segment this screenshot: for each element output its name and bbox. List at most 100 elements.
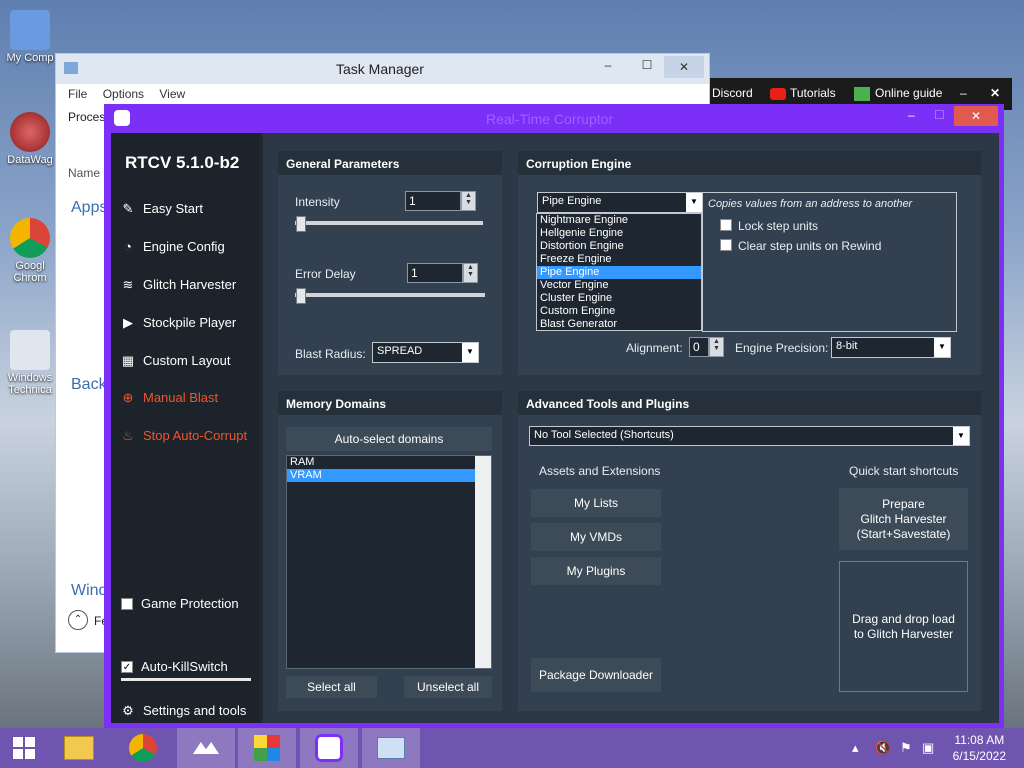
quick-start-header: Quick start shortcuts: [849, 464, 959, 478]
tab-processes[interactable]: Proces: [68, 110, 105, 124]
flame-icon: ♨: [122, 427, 134, 443]
close-icon[interactable]: ✕: [664, 56, 704, 78]
sidebar-item-stockpile-player[interactable]: ▶ Stockpile Player: [121, 315, 236, 330]
menu-options[interactable]: Options: [103, 87, 144, 101]
online-guide-link[interactable]: Online guide: [875, 86, 942, 100]
minimize-icon[interactable]: –: [594, 58, 622, 76]
desktop-icon-my-computer[interactable]: My Comp: [2, 10, 58, 64]
sidebar-item-glitch-harvester[interactable]: ≋ Glitch Harvester: [121, 276, 237, 292]
taskbar-file-explorer[interactable]: [50, 728, 108, 768]
alignment-input[interactable]: 0: [689, 337, 709, 357]
desktop-icon-windows-technical[interactable]: Windows Technica: [2, 330, 58, 396]
game-protection-toggle[interactable]: Game Protection: [121, 596, 239, 611]
menu-view[interactable]: View: [159, 87, 185, 101]
error-delay-slider-track[interactable]: [295, 293, 485, 297]
tool-select[interactable]: No Tool Selected (Shortcuts) ▼: [529, 426, 970, 446]
domain-list-scrollbar[interactable]: [475, 456, 491, 668]
rtc-title: Real-Time Corruptor: [486, 111, 614, 127]
engine-option[interactable]: Nightmare Engine: [537, 214, 701, 227]
network-icon[interactable]: ▣: [922, 740, 934, 756]
alignment-spinner[interactable]: ▲ ▼: [709, 337, 724, 357]
engine-option-selected[interactable]: Pipe Engine: [537, 266, 701, 279]
clear-step-label: Clear step units on Rewind: [738, 239, 882, 253]
engine-option[interactable]: Cluster Engine: [537, 292, 701, 305]
datawag-icon: [10, 112, 50, 152]
auto-killswitch-toggle[interactable]: ✓ Auto-KillSwitch: [121, 659, 228, 674]
clock[interactable]: 11:08 AM 6/15/2022: [953, 732, 1006, 764]
engine-option[interactable]: Hellgenie Engine: [537, 227, 701, 240]
minimize-button[interactable]: –: [960, 86, 967, 100]
engine-option[interactable]: Freeze Engine: [537, 253, 701, 266]
taskbar-emulator[interactable]: [238, 728, 296, 768]
maximize-icon[interactable]: ☐: [934, 108, 945, 122]
intensity-input[interactable]: 1: [405, 191, 461, 211]
document-icon: [10, 330, 50, 370]
intensity-slider-track[interactable]: [295, 221, 483, 225]
column-name[interactable]: Name: [68, 166, 100, 180]
taskbar-chrome[interactable]: [114, 728, 172, 768]
intensity-label: Intensity: [295, 195, 340, 209]
chevron-up-icon[interactable]: ▴: [852, 740, 859, 756]
error-delay-slider-thumb[interactable]: [296, 288, 306, 304]
blast-radius-select[interactable]: SPREAD ▼: [372, 342, 479, 363]
drag-drop-zone[interactable]: Drag and drop load to Glitch Harvester: [839, 561, 968, 692]
engine-option[interactable]: Vector Engine: [537, 279, 701, 292]
taskbar-launcher[interactable]: [177, 728, 235, 768]
folder-icon: [64, 736, 94, 760]
sidebar-item-engine-config[interactable]: ◔ Engine Config: [121, 239, 225, 254]
engine-precision-label: Engine Precision:: [735, 341, 829, 355]
domain-item-selected[interactable]: VRAM: [287, 469, 475, 482]
intensity-spinner[interactable]: ▲ ▼: [461, 191, 476, 211]
game-protection-checkbox[interactable]: [121, 597, 133, 610]
tutorials-link[interactable]: Tutorials: [790, 86, 836, 100]
package-downloader-button[interactable]: Package Downloader: [531, 658, 661, 692]
grid-icon: ▦: [121, 352, 135, 368]
intensity-slider-thumb[interactable]: [296, 216, 306, 232]
sidebar-item-custom-layout[interactable]: ▦ Custom Layout: [121, 352, 231, 368]
engine-option[interactable]: Custom Engine: [537, 305, 701, 318]
close-icon[interactable]: ✕: [954, 106, 998, 126]
start-button[interactable]: [0, 728, 48, 768]
engine-precision-select[interactable]: 8-bit ▼: [831, 337, 951, 358]
sidebar-item-manual-blast[interactable]: ⊕ Manual Blast: [121, 389, 219, 405]
desktop-icon-chrome[interactable]: Googl Chrom: [2, 218, 58, 284]
group-apps: Apps: [71, 199, 108, 216]
taskbar-rtc[interactable]: [300, 728, 358, 768]
my-lists-button[interactable]: My Lists: [531, 489, 661, 517]
corruption-engine-header: Corruption Engine: [518, 151, 981, 175]
menu-file[interactable]: File: [68, 87, 87, 101]
select-all-button[interactable]: Select all: [286, 676, 377, 698]
speaker-muted-icon[interactable]: 🔇: [875, 740, 891, 756]
error-delay-spinner[interactable]: ▲ ▼: [463, 263, 478, 283]
lock-step-checkbox[interactable]: [720, 219, 732, 231]
assets-header: Assets and Extensions: [539, 464, 661, 478]
unselect-all-button[interactable]: Unselect all: [404, 676, 492, 698]
crosshair-icon: ⊕: [122, 389, 134, 405]
engine-option[interactable]: Blast Generator: [537, 318, 701, 331]
memory-domains-header: Memory Domains: [278, 391, 502, 415]
desktop-icon-datawag[interactable]: DataWag: [2, 112, 58, 166]
error-delay-input[interactable]: 1: [407, 263, 463, 283]
discord-link[interactable]: Discord: [712, 86, 753, 100]
sidebar-item-stop-auto-corrupt[interactable]: ♨ Stop Auto-Corrupt: [121, 428, 247, 443]
engine-option[interactable]: Distortion Engine: [537, 240, 701, 253]
auto-select-domains-button[interactable]: Auto-select domains: [286, 427, 492, 451]
domain-item[interactable]: RAM: [287, 456, 491, 469]
layers-icon: ≋: [122, 276, 134, 292]
play-icon: ▶: [123, 314, 133, 330]
sidebar-item-easy-start[interactable]: ✎ Easy Start: [121, 201, 203, 216]
memory-domain-list[interactable]: RAM VRAM: [286, 455, 492, 669]
minimize-icon[interactable]: –: [908, 108, 915, 122]
my-plugins-button[interactable]: My Plugins: [531, 557, 661, 585]
chevron-up-icon[interactable]: ⌃: [68, 610, 88, 630]
flag-icon[interactable]: ⚑: [900, 740, 912, 756]
prepare-glitch-harvester-button[interactable]: Prepare Glitch Harvester (Start+Savestat…: [839, 488, 968, 550]
engine-select[interactable]: Pipe Engine ▼: [537, 192, 703, 213]
close-button[interactable]: ✕: [990, 86, 1000, 100]
my-vmds-button[interactable]: My VMDs: [531, 523, 661, 551]
clear-step-checkbox[interactable]: [720, 239, 732, 251]
taskbar-task-manager[interactable]: [362, 728, 420, 768]
sidebar-item-settings[interactable]: ⚙ Settings and tools: [121, 703, 246, 718]
auto-killswitch-checkbox[interactable]: ✓: [121, 660, 133, 673]
maximize-icon[interactable]: ☐: [636, 58, 658, 76]
